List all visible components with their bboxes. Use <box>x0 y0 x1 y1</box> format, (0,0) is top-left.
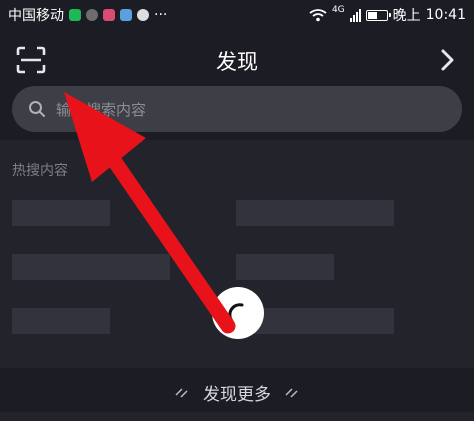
chat-notification-icon <box>137 9 149 21</box>
search-bar[interactable]: 输入搜索内容 <box>12 86 462 132</box>
network-type-label: 4G <box>331 5 345 15</box>
page-title: 发现 <box>216 50 258 74</box>
bottom-strip <box>0 412 474 421</box>
app-notification-icon <box>69 9 81 21</box>
slash-decoration-icon <box>285 388 298 398</box>
hot-search-placeholder <box>236 200 394 226</box>
status-bar: 中国移动 ··· 4G 晚上 10:41 <box>0 0 474 30</box>
status-right: 4G 晚上 10:41 <box>309 5 466 25</box>
app-notification-icon <box>103 9 115 21</box>
discover-more-label: 发现更多 <box>203 384 271 405</box>
loading-spinner <box>212 287 264 339</box>
app-notification-icon <box>120 9 132 21</box>
app-notification-icon <box>86 9 98 21</box>
hot-search-placeholder <box>236 254 334 280</box>
search-placeholder: 输入搜索内容 <box>56 100 147 119</box>
hot-search-placeholder <box>12 308 110 334</box>
slash-decoration-icon <box>175 388 188 398</box>
more-notifications-icon: ··· <box>154 7 168 23</box>
search-icon <box>29 101 45 117</box>
status-left: 中国移动 ··· <box>8 5 167 25</box>
battery-icon <box>365 9 391 21</box>
wifi-icon <box>309 8 327 21</box>
spinner-icon <box>228 303 244 323</box>
battery-level <box>367 11 377 19</box>
hot-search-title: 热搜内容 <box>12 163 68 179</box>
time-prefix: 晚上 <box>392 8 421 24</box>
hot-search-placeholder <box>12 200 110 226</box>
chevron-right-icon[interactable] <box>440 46 456 74</box>
discover-more-button[interactable]: 发现更多 <box>0 370 474 414</box>
hot-search-placeholder <box>12 254 170 280</box>
signal-icon <box>349 8 361 22</box>
clock: 10:41 <box>425 7 466 23</box>
carrier-label: 中国移动 <box>8 8 64 24</box>
